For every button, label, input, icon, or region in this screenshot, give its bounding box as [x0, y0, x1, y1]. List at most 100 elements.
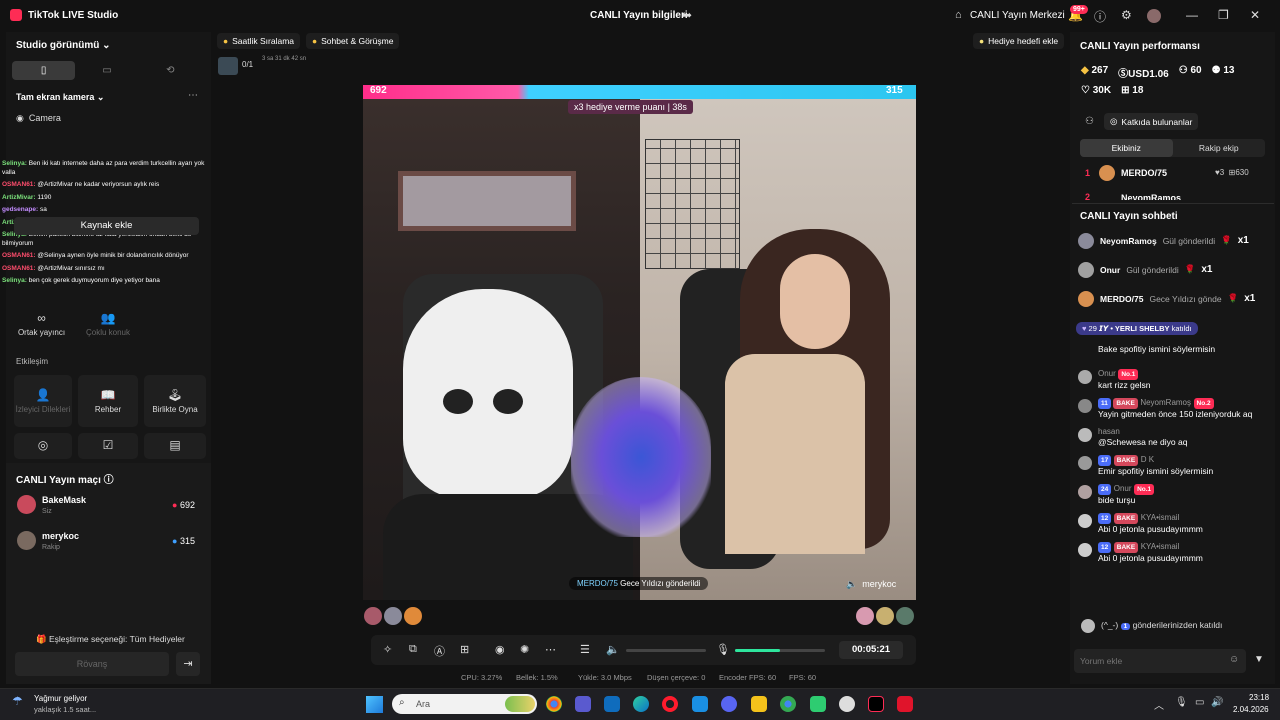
- chat-user[interactable]: KYA•ismail: [1141, 513, 1180, 522]
- grid-button-6[interactable]: ▤: [144, 433, 206, 459]
- magic-wand-icon[interactable]: ✧: [383, 643, 392, 656]
- chat-meet-button[interactable]: ● Sohbet & Görüşme: [306, 33, 400, 49]
- avatar[interactable]: [896, 607, 914, 625]
- trophy-icon: ●: [223, 36, 229, 46]
- camera-mode-dropdown[interactable]: Tam ekran kamera ⌄: [16, 92, 104, 103]
- our-team-tab[interactable]: Ekibiniz: [1080, 139, 1173, 157]
- rank-name: MERDO/75: [1121, 168, 1168, 178]
- maximize-icon[interactable]: ❐: [1218, 8, 1229, 22]
- grid-button-5[interactable]: ☑: [78, 433, 138, 459]
- avatar[interactable]: [364, 607, 382, 625]
- overlay-chat-user: gedsenape:: [2, 206, 39, 213]
- pairing-option[interactable]: 🎁 Eşleştirme seçeneği: Tüm Hediyeler: [36, 634, 185, 645]
- cohost-button[interactable]: ∞ Ortak yayıncı: [14, 306, 69, 342]
- profile-avatar[interactable]: [1147, 9, 1161, 23]
- rematch-button[interactable]: Rövanş: [15, 652, 169, 676]
- chat-user[interactable]: Onur: [1114, 484, 1132, 493]
- multi-guest-button[interactable]: 👥 Çoklu konuk: [78, 306, 138, 342]
- opponent-top: [725, 354, 865, 554]
- help-icon[interactable]: ⓘ: [104, 475, 114, 486]
- help-icon[interactable]: ⓘ: [1094, 8, 1106, 25]
- app-circle-icon[interactable]: [839, 696, 855, 712]
- rival-team-tab[interactable]: Rakip ekip: [1173, 139, 1266, 157]
- chat-user[interactable]: hasan: [1098, 427, 1120, 436]
- play-together-button[interactable]: 🕹 Birlikte Oyna: [144, 375, 206, 427]
- live-center-link[interactable]: CANLI Yayın Merkezi: [970, 10, 1065, 21]
- gear-icon[interactable]: ⚙: [1121, 8, 1132, 22]
- add-source-button[interactable]: Kaynak ekle: [14, 217, 199, 235]
- display-icon[interactable]: ▭: [1195, 697, 1204, 708]
- chat-user[interactable]: Onur: [1098, 369, 1116, 378]
- landscape-tab[interactable]: ▭: [75, 61, 138, 80]
- gift-goal-button[interactable]: ● Hediye hedefi ekle: [973, 33, 1065, 49]
- guide-button[interactable]: 📖 Rehber: [78, 375, 138, 427]
- avatar: [1078, 399, 1092, 413]
- emoji-icon[interactable]: ☺: [1229, 654, 1239, 665]
- chat-body: Bake spofitiy ismini söylermisin: [1098, 344, 1273, 360]
- contributors-button[interactable]: ◎ Katkıda bulunanlar: [1104, 113, 1199, 130]
- share-icon[interactable]: ➦: [682, 8, 692, 22]
- teams-icon[interactable]: [575, 696, 591, 712]
- mail-icon[interactable]: [692, 696, 708, 712]
- minimize-icon[interactable]: —: [1186, 8, 1198, 22]
- filter-icon[interactable]: ▼: [1254, 654, 1264, 665]
- opera-icon[interactable]: [662, 696, 678, 712]
- studio-view-dropdown[interactable]: Studio görünümü ⌄: [16, 40, 111, 51]
- effects-icon[interactable]: ✺: [520, 643, 529, 656]
- avatar: [1078, 543, 1092, 557]
- windows-start-icon[interactable]: [366, 696, 383, 713]
- youtube-icon[interactable]: [897, 696, 913, 712]
- chrome-icon[interactable]: [546, 696, 562, 712]
- more-icon[interactable]: ⋯: [545, 643, 556, 656]
- add-user-icon[interactable]: ⚇: [1085, 116, 1094, 127]
- hourly-ranking-button[interactable]: ● Saatlik Sıralama: [217, 33, 301, 49]
- comment-input[interactable]: [1080, 652, 1220, 670]
- tiktok-live-studio-icon[interactable]: [868, 696, 884, 712]
- edge-icon[interactable]: [633, 696, 649, 712]
- screen-icon[interactable]: ⧉: [409, 643, 417, 656]
- rotate-tab[interactable]: ⟲: [139, 61, 202, 80]
- microphone-icon[interactable]: 🎙: [1175, 697, 1188, 708]
- ai-icon[interactable]: Ⓐ: [434, 643, 445, 659]
- speaker-icon[interactable]: 🔈: [846, 579, 857, 589]
- microphone-icon[interactable]: 🎙: [716, 643, 730, 656]
- weather-icon[interactable]: ☂: [12, 694, 23, 708]
- add-media-icon[interactable]: ⊞: [460, 643, 469, 656]
- exit-icon[interactable]: ⇥: [176, 652, 200, 676]
- record-icon[interactable]: ◉: [495, 643, 505, 656]
- discord-icon[interactable]: [721, 696, 737, 712]
- mask-eye-left: [443, 389, 473, 414]
- mic-slider[interactable]: [735, 649, 825, 652]
- avatar[interactable]: [404, 607, 422, 625]
- viewer-requests-button[interactable]: 👤 İzleyici Dilekleri: [14, 375, 72, 427]
- chat-user[interactable]: KYA•ismail: [1141, 542, 1180, 551]
- weather-title[interactable]: Yağmur geliyor: [34, 694, 87, 703]
- skull-mask: [403, 289, 573, 499]
- portrait-tab[interactable]: ▯: [12, 61, 76, 80]
- camera-source[interactable]: ◉ Camera: [16, 113, 61, 124]
- chat-body: 24 Onur No.1 bide turşu: [1098, 483, 1273, 506]
- avatar[interactable]: [856, 607, 874, 625]
- volume-icon[interactable]: 🔊: [1211, 697, 1223, 708]
- app-green-icon[interactable]: [810, 696, 826, 712]
- more-icon[interactable]: ⋯: [188, 90, 198, 101]
- home-icon[interactable]: ⌂: [955, 9, 962, 21]
- chat-user[interactable]: NeyomRamoş: [1140, 398, 1191, 407]
- volume-icon[interactable]: 🔈: [606, 643, 620, 656]
- volume-slider[interactable]: [626, 649, 706, 652]
- avatar[interactable]: [876, 607, 894, 625]
- folder-icon[interactable]: [751, 696, 767, 712]
- orientation-tabs: ▯ ▭ ⟲: [12, 61, 202, 80]
- chat-user[interactable]: D K: [1141, 455, 1154, 464]
- overlay-chat-line: Selinya: ben çok gerek duymuyorum diye y…: [2, 277, 210, 286]
- settings-sliders-icon[interactable]: ☰: [580, 643, 590, 656]
- chevron-up-icon[interactable]: ︿: [1154, 697, 1164, 712]
- grid-button-4[interactable]: ◎: [14, 433, 72, 459]
- overlay-chat-line: Selinya: Ben iki katı internete daha az …: [2, 160, 210, 177]
- close-icon[interactable]: ✕: [1250, 8, 1260, 22]
- avatar[interactable]: [384, 607, 402, 625]
- overlay-chat-text: ben çok gerek duymuyorum diye yetiyor ba…: [28, 277, 160, 284]
- store-icon[interactable]: [604, 696, 620, 712]
- live-info-title[interactable]: CANLI Yayın bilgileri: [590, 10, 688, 21]
- chrome-alt-icon[interactable]: [780, 696, 796, 712]
